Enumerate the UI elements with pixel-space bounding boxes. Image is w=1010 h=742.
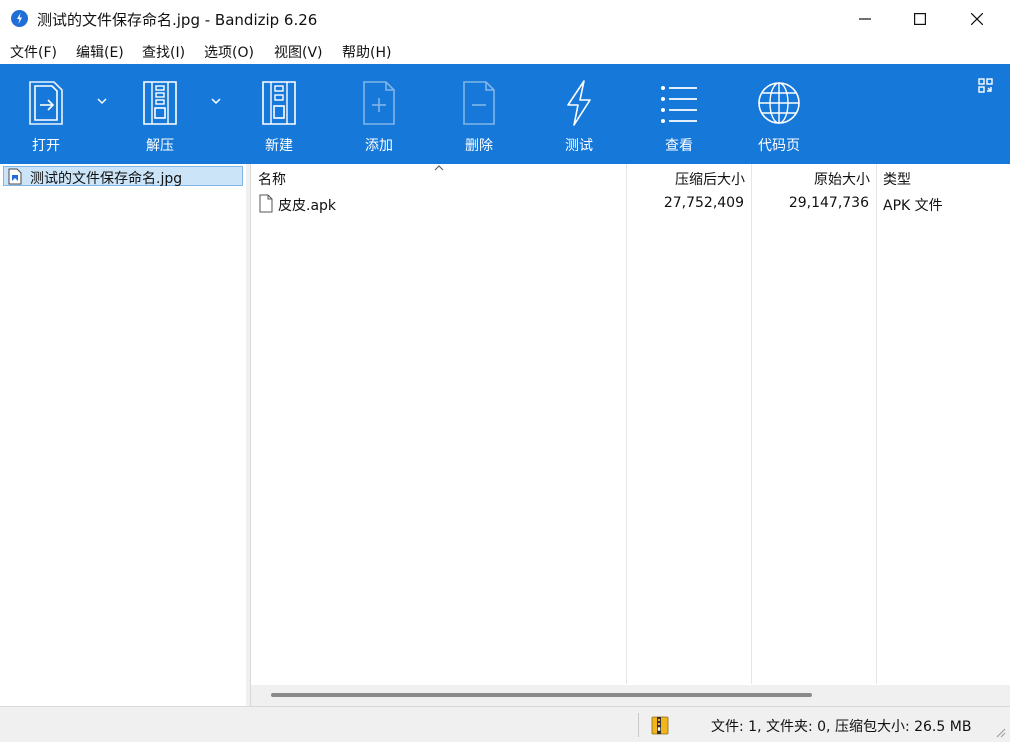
scrollbar-thumb[interactable] xyxy=(271,693,812,697)
column-divider[interactable] xyxy=(876,164,877,684)
menu-edit[interactable]: 编辑(E) xyxy=(76,42,124,62)
menu-bar: 文件(F) 编辑(E) 查找(I) 选项(O) 视图(V) 帮助(H) xyxy=(0,38,1010,64)
open-button[interactable]: 打开 xyxy=(1,64,91,164)
codepage-button[interactable]: 代码页 xyxy=(734,64,824,164)
globe-icon xyxy=(758,82,800,124)
column-header-original[interactable]: 原始大小 xyxy=(752,164,876,192)
add-label: 添加 xyxy=(365,138,393,154)
maximize-icon xyxy=(914,13,926,25)
column-divider[interactable] xyxy=(626,164,627,684)
open-dropdown-chevron-icon[interactable] xyxy=(95,96,109,106)
list-view-icon xyxy=(661,86,697,123)
menu-file[interactable]: 文件(F) xyxy=(10,42,57,62)
horizontal-scrollbar[interactable] xyxy=(251,685,1010,706)
maximize-button[interactable] xyxy=(892,0,948,38)
column-name-label: 名称 xyxy=(258,172,286,188)
add-file-icon xyxy=(363,81,395,125)
file-row[interactable]: 皮皮.apk 27,752,409 29,147,736 APK 文件 xyxy=(251,192,1010,216)
tree-item-archive[interactable]: 测试的文件保存命名.jpg xyxy=(3,166,243,187)
file-name: 皮皮.apk xyxy=(278,198,337,214)
minimize-icon xyxy=(859,18,871,20)
menu-help[interactable]: 帮助(H) xyxy=(342,42,391,62)
delete-label: 删除 xyxy=(465,138,493,154)
layout-grid-icon[interactable] xyxy=(977,77,995,95)
view-label: 查看 xyxy=(665,138,693,154)
status-separator xyxy=(638,713,639,737)
window-title: 测试的文件保存命名.jpg - Bandizip 6.26 xyxy=(37,11,318,29)
new-archive-icon xyxy=(262,81,296,125)
extract-icon xyxy=(143,81,177,125)
new-archive-label: 新建 xyxy=(265,138,293,154)
extract-button[interactable]: 解压 xyxy=(115,64,205,164)
file-original-size: 29,147,736 xyxy=(788,195,869,211)
status-text: 文件: 1, 文件夹: 0, 压缩包大小: 26.5 MB xyxy=(711,719,972,735)
minimize-button[interactable] xyxy=(837,0,893,38)
menu-options[interactable]: 选项(O) xyxy=(204,42,254,62)
menu-view[interactable]: 视图(V) xyxy=(274,42,323,62)
new-archive-button[interactable]: 新建 xyxy=(234,64,324,164)
column-header-compressed[interactable]: 压缩后大小 xyxy=(627,164,751,192)
column-compressed-label: 压缩后大小 xyxy=(675,172,745,188)
test-button[interactable]: 测试 xyxy=(534,64,624,164)
file-compressed-size: 27,752,409 xyxy=(663,195,744,211)
open-icon xyxy=(29,81,63,125)
close-icon xyxy=(971,13,983,25)
open-label: 打开 xyxy=(32,138,60,154)
toolbar: 打开 解压 新建 添加 删除 测试 查看 代码页 xyxy=(0,64,1010,164)
delete-button[interactable]: 删除 xyxy=(434,64,524,164)
codepage-label: 代码页 xyxy=(758,138,800,154)
status-bar: 文件: 1, 文件夹: 0, 压缩包大小: 26.5 MB xyxy=(0,706,1010,742)
column-divider[interactable] xyxy=(751,164,752,684)
delete-file-icon xyxy=(463,81,495,125)
archive-zip-icon xyxy=(651,716,669,735)
test-label: 测试 xyxy=(565,138,593,154)
archive-file-icon xyxy=(8,168,22,185)
add-button[interactable]: 添加 xyxy=(334,64,424,164)
column-header-type[interactable]: 类型 xyxy=(877,164,1010,192)
title-bar: 测试的文件保存命名.jpg - Bandizip 6.26 xyxy=(0,0,1010,38)
extract-label: 解压 xyxy=(146,138,174,154)
menu-find[interactable]: 查找(I) xyxy=(142,42,185,62)
bandizip-window: 测试的文件保存命名.jpg - Bandizip 6.26 文件(F) 编辑(E… xyxy=(0,0,1010,742)
column-header-name[interactable]: 名称 xyxy=(251,164,626,192)
close-button[interactable] xyxy=(949,0,1005,38)
lightning-icon xyxy=(567,80,591,126)
column-original-label: 原始大小 xyxy=(814,172,870,188)
view-button[interactable]: 查看 xyxy=(634,64,724,164)
extract-dropdown-chevron-icon[interactable] xyxy=(209,96,223,106)
file-type: APK 文件 xyxy=(883,198,943,214)
resize-grip-icon[interactable] xyxy=(994,726,1006,738)
column-type-label: 类型 xyxy=(883,172,911,188)
document-icon xyxy=(259,194,273,213)
tree-item-label: 测试的文件保存命名.jpg xyxy=(30,171,183,187)
bandizip-logo-icon xyxy=(11,10,28,27)
archive-tree-pane: 测试的文件保存命名.jpg xyxy=(0,164,247,706)
file-list: 名称 压缩后大小 原始大小 类型 皮皮.apk 27,752,409 29,14… xyxy=(251,164,1010,706)
